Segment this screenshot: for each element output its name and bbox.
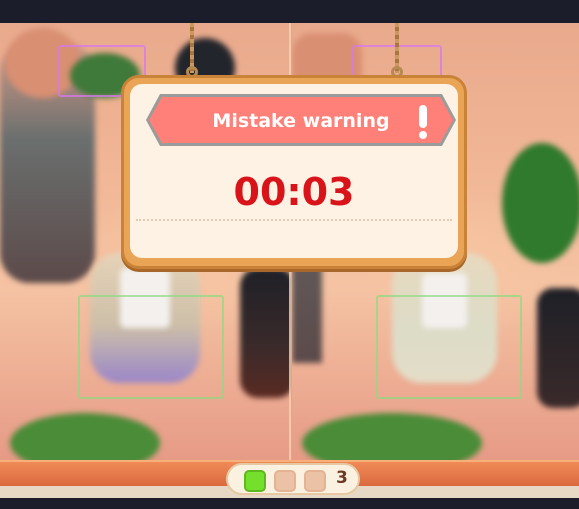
- dark-bottle: [240, 268, 291, 398]
- dark-bottle-right: [537, 288, 579, 408]
- exclamation-icon: [415, 104, 431, 140]
- leaf-right: [502, 143, 579, 263]
- progress-dot-pending: [274, 470, 296, 492]
- progress-dot-found: [244, 470, 266, 492]
- progress-dot-pending: [304, 470, 326, 492]
- found-marker-green: [78, 295, 224, 399]
- plant-bottom: [10, 413, 160, 463]
- remaining-count: 3: [336, 468, 348, 488]
- dialog-body: Mistake warning 00:03: [130, 84, 458, 258]
- mistake-warning-dialog: Mistake warning 00:03: [121, 75, 467, 269]
- footer-bar: [0, 498, 579, 509]
- progress-tracker: 3: [226, 463, 360, 495]
- dialog-title: Mistake warning: [212, 110, 390, 132]
- countdown-timer: 00:03: [233, 170, 355, 214]
- top-bar: [0, 0, 579, 23]
- dotted-divider: [136, 219, 452, 221]
- found-marker-green-right: [376, 295, 522, 399]
- plant-bottom-right: [302, 413, 482, 463]
- banner-fill: Mistake warning: [149, 97, 453, 143]
- dialog-banner: Mistake warning: [146, 94, 456, 146]
